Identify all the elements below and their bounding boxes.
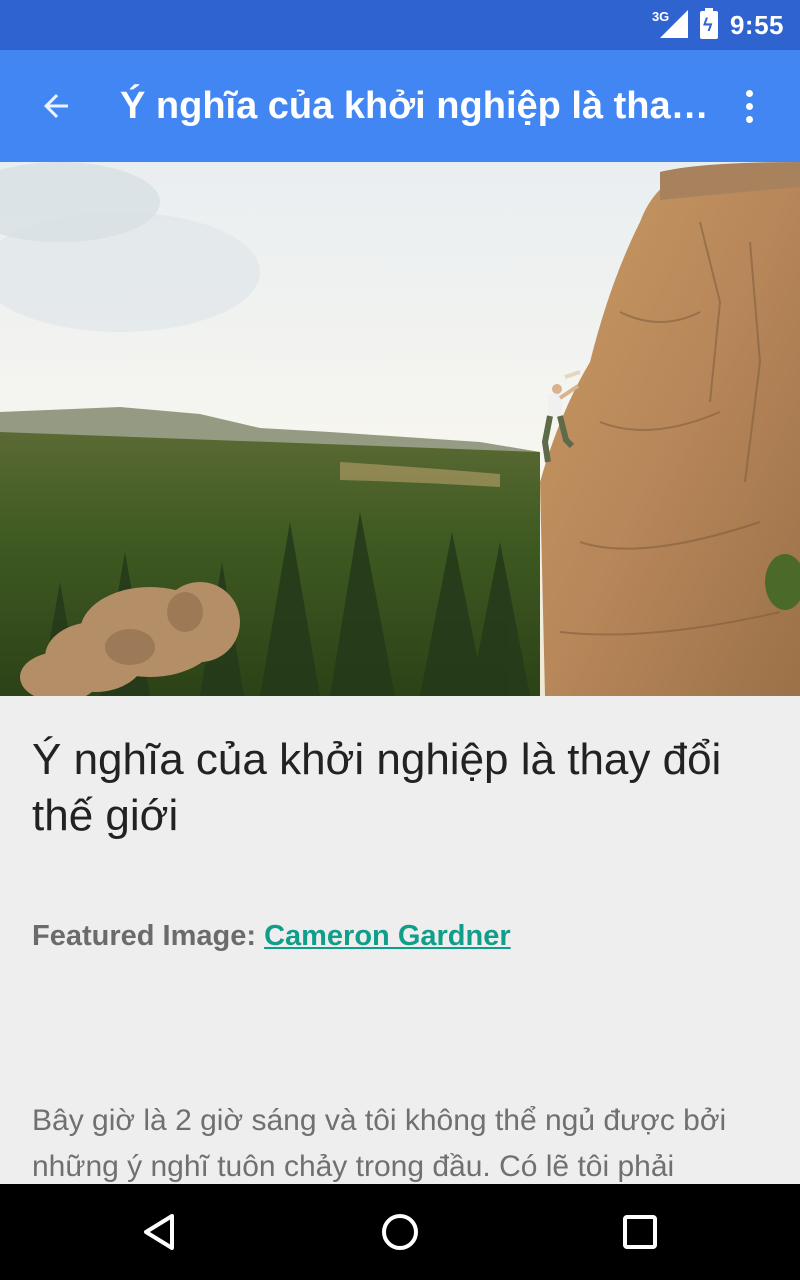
nav-back-button[interactable] (128, 1200, 192, 1264)
battery-icon: ϟ (699, 8, 718, 39)
article-body: Bây giờ là 2 giờ sáng và tôi không thể n… (32, 1104, 727, 1183)
signal-icon: 3G (652, 9, 688, 40)
navigation-bar (0, 1184, 800, 1280)
nav-home-button[interactable] (368, 1200, 432, 1264)
app-bar-title: Ý nghĩa của khởi nghiệp là thay đổi thế … (120, 85, 720, 127)
circle-home-icon (382, 1214, 418, 1250)
triangle-back-icon (144, 1214, 174, 1250)
image-credit: Featured Image: Cameron Gardner (32, 920, 511, 953)
featured-image (0, 162, 800, 696)
square-recents-icon (623, 1215, 657, 1249)
nav-recents-button[interactable] (608, 1200, 672, 1264)
back-button[interactable] (28, 78, 84, 134)
credit-author-link[interactable]: Cameron Gardner (264, 920, 511, 952)
credit-label: Featured Image: (32, 920, 256, 952)
arrow-back-icon (44, 94, 68, 118)
status-time: 9:55 (729, 9, 784, 40)
status-bar: 3G ϟ 9:55 (0, 0, 800, 50)
article-title: Ý nghĩa của khởi nghiệp là thay đổi thế … (32, 735, 722, 840)
app-bar: Ý nghĩa của khởi nghiệp là thay đổi thế … (0, 50, 800, 162)
more-vert-icon (745, 89, 753, 97)
article-header: Ý nghĩa của khởi nghiệp là thay đổi thế … (32, 732, 772, 844)
overflow-menu-button[interactable] (724, 80, 774, 132)
